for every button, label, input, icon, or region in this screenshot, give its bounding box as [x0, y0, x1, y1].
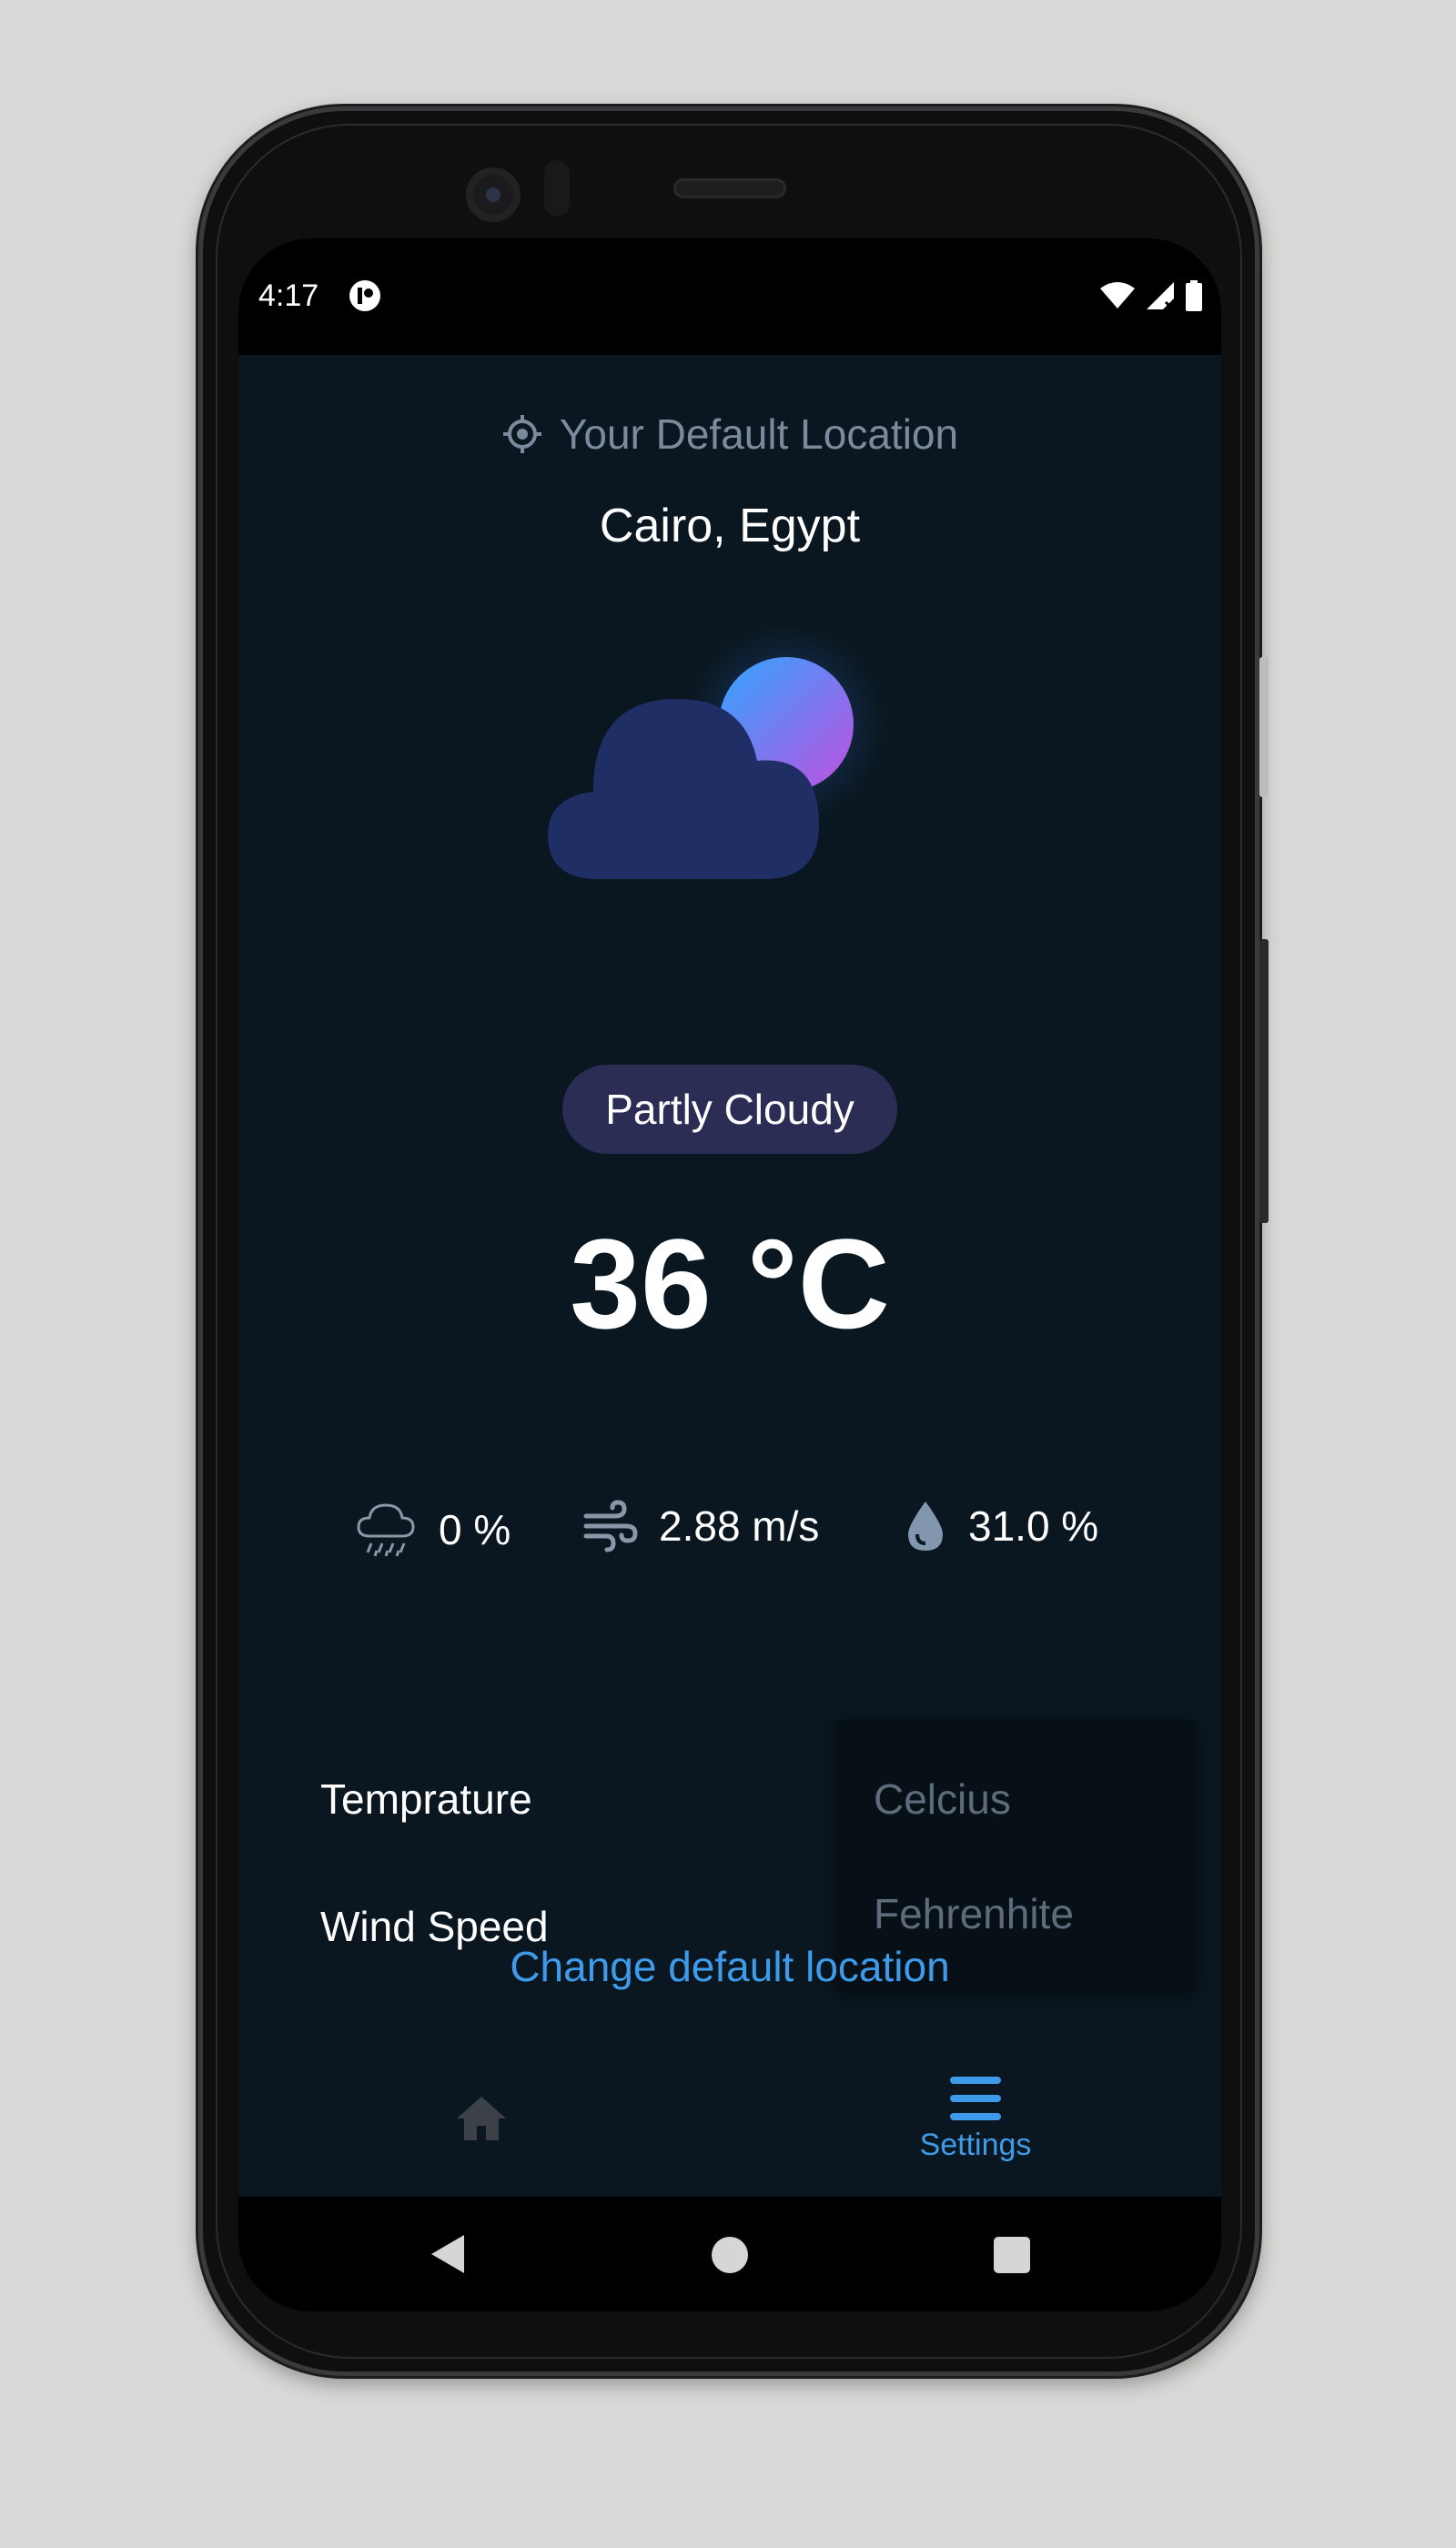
- status-icons: [1099, 280, 1203, 311]
- location-target-icon: [502, 415, 541, 453]
- bottom-navigation: Settings: [238, 2049, 1221, 2197]
- temperature-setting-label[interactable]: Temprature: [320, 1774, 532, 1824]
- city-name: Cairo, Egypt: [599, 500, 861, 552]
- wind-speed-value: 2.88 m/s: [659, 1502, 820, 1550]
- partly-cloudy-icon: [548, 624, 886, 879]
- home-icon[interactable]: [450, 2086, 513, 2149]
- wind-stat: 2.88 m/s: [582, 1498, 819, 1554]
- home-circle-icon[interactable]: [712, 2237, 748, 2273]
- screen: 4:17 Your Default Location Cairo, Egypt …: [238, 238, 1221, 2311]
- condition-badge: Partly Cloudy: [562, 1065, 897, 1154]
- nav-settings-label: Settings: [919, 2128, 1032, 2162]
- change-location-link[interactable]: Change default location: [238, 1942, 1221, 1991]
- proximity-sensor: [544, 160, 570, 217]
- humidity-value: 31.0 %: [968, 1502, 1099, 1550]
- power-button: [1259, 657, 1269, 797]
- precipitation-stat: 0 %: [355, 1498, 511, 1562]
- status-bar: 4:17: [238, 238, 1221, 355]
- weather-stats: 0 % 2.88 m/s 31.0 %: [238, 1498, 1221, 1571]
- recents-square-icon[interactable]: [994, 2237, 1030, 2273]
- app-notification-icon: [349, 280, 380, 311]
- current-temperature: 36 °C: [570, 1212, 890, 1355]
- weather-settings-screen: Your Default Location Cairo, Egypt Partl…: [238, 355, 1221, 2202]
- humidity-drop-icon: [908, 1502, 943, 1551]
- wind-icon: [583, 1500, 638, 1552]
- location-hint-text: Your Default Location: [559, 410, 959, 458]
- status-time: 4:17: [258, 278, 319, 313]
- volume-button: [1259, 939, 1269, 1223]
- unit-option-celsius[interactable]: Celcius: [874, 1774, 1011, 1824]
- default-location-hint: Your Default Location: [238, 410, 1221, 459]
- rain-cloud-icon: [357, 1503, 415, 1557]
- system-navigation-bar: [238, 2197, 1221, 2311]
- front-camera: [466, 167, 521, 222]
- precipitation-value: 0 %: [439, 1506, 511, 1553]
- unit-option-fahrenheit[interactable]: Fehrenhite: [874, 1889, 1074, 1938]
- menu-icon: [950, 2077, 1001, 2120]
- signal-no-data-icon: [1147, 282, 1175, 311]
- back-icon[interactable]: [428, 2233, 468, 2275]
- nav-settings-tab[interactable]: Settings: [894, 2075, 1057, 2184]
- humidity-stat: 31.0 %: [903, 1498, 1098, 1554]
- wifi-icon: [1100, 282, 1135, 308]
- battery-icon: [1186, 280, 1202, 311]
- earpiece-speaker: [673, 178, 786, 198]
